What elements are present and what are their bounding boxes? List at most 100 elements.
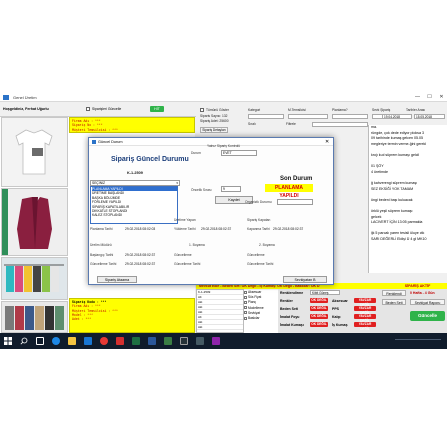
order-card-1-text[interactable]: Firma Adı : *** Sipariş No : *** Müşteri… <box>69 117 195 133</box>
status-dropdown-list[interactable]: PLANLAMA YAPILDI ÜRETİME BAŞLANDI BAŞKA … <box>90 186 178 224</box>
end-date-label: Güncelleme Tarihi <box>90 262 117 266</box>
pattern-label: Kalıp <box>332 315 341 319</box>
current-status-dialog: Güncel Durum ✕ Sipariş Güncel Durumu K-1… <box>88 137 334 285</box>
accessory-label: Aksesuar <box>332 299 348 303</box>
hit-button[interactable]: HİT <box>150 106 164 112</box>
pps-label: PPS <box>332 307 340 311</box>
pps-status-pill[interactable]: YAVZAR DEĞİL <box>354 306 376 315</box>
calculator-icon[interactable] <box>196 337 204 345</box>
durum-label: Durum <box>191 151 201 155</box>
pattern-status-pill[interactable]: YAVZAR DEĞİL <box>354 314 376 323</box>
start-date-label: Başlangıç Tarihi <box>90 253 114 257</box>
check-label: Aksesuar <box>248 290 262 294</box>
order-code: K-1-2509 <box>127 171 143 175</box>
date-to-field[interactable]: 15.05.2018 <box>414 114 445 119</box>
check-label: Süs Fiyat <box>248 295 262 300</box>
category-select[interactable] <box>248 114 284 119</box>
dialog-title: Güncel Durum <box>98 140 123 144</box>
closer-label: Sipariş Kapatan <box>247 218 271 222</box>
show-all-checkbox[interactable] <box>200 108 204 112</box>
organic-select[interactable] <box>277 199 313 205</box>
checkbox[interactable] <box>244 295 247 299</box>
production-sheet-status-pill[interactable]: OK DEĞİL <box>310 314 328 319</box>
order-card-4-text[interactable]: Sipariş Kodu : *** Firma Adı : *** Müşte… <box>69 298 195 333</box>
product-thumbnail[interactable] <box>1 188 68 256</box>
terminal-icon[interactable] <box>180 337 188 345</box>
checkbox[interactable] <box>244 290 247 294</box>
end-date-value: 29.02.2018 08:02:37 <box>125 262 156 266</box>
update-1-label: Güncelleme <box>174 253 192 257</box>
check-label: Baskılar <box>248 316 260 321</box>
minimize-button[interactable]: — <box>412 94 423 101</box>
priority-field[interactable]: 9 <box>221 186 241 192</box>
notes-list[interactable]: ma. rüngde, çok dede ediyor ploksa 3 09 … <box>368 125 447 273</box>
show-all-label: Tümünü Göster <box>206 108 229 112</box>
edge-icon[interactable] <box>52 337 60 345</box>
coloring-button[interactable]: Renklendi <box>382 290 406 296</box>
top-strip: Hoşgeldiniz, Ferhat Uğurlu Siparişleri G… <box>0 102 196 117</box>
date-from-field[interactable]: 19.04.2018 <box>382 114 412 119</box>
taskbar <box>0 333 447 349</box>
checkbox[interactable] <box>244 306 247 310</box>
coloring-field[interactable]: Kibit Güneş <box>310 290 340 295</box>
update-orders-checkbox[interactable] <box>86 107 90 111</box>
colors-label: Renkler <box>280 299 293 303</box>
chrome-icon[interactable] <box>100 337 108 345</box>
excel-icon[interactable] <box>132 337 140 345</box>
search-icon[interactable] <box>20 337 28 345</box>
checkbox[interactable] <box>244 311 247 315</box>
greeting-text: Hoşgeldiniz, Ferhat Uğurlu <box>3 107 49 111</box>
check-label: Modelleme <box>248 305 264 310</box>
durum-select[interactable]: EVET <box>221 150 257 156</box>
category-label: Kategori <box>248 108 261 112</box>
filter-input[interactable] <box>312 122 368 127</box>
product-thumbnail[interactable] <box>1 301 68 333</box>
shipment-button[interactable]: Sevkiyatan B <box>283 276 327 283</box>
lining-status-pill[interactable]: YAVZAR DEĞİL <box>354 322 376 331</box>
update-button[interactable]: Güncelle <box>410 311 445 321</box>
order-details-button[interactable]: Sipariş Detayları <box>200 127 228 133</box>
checkbox[interactable] <box>244 301 247 305</box>
second-dye-label: 2. Boyama <box>259 243 275 247</box>
card-line: Adet : *** <box>72 317 92 322</box>
sort-label: Sıralı <box>248 122 256 126</box>
acrobat-icon[interactable] <box>116 337 124 345</box>
product-thumbnail[interactable] <box>1 257 68 300</box>
store-icon[interactable] <box>84 337 92 345</box>
dialog-close-icon[interactable]: ✕ <box>325 139 329 145</box>
dropdown-option[interactable]: KALEZ STOPLANDI <box>92 213 177 217</box>
production-manager-label: Ürelim Müdürü <box>90 243 112 247</box>
planning-select[interactable] <box>332 114 368 119</box>
word-icon[interactable] <box>148 337 156 345</box>
close-button[interactable]: ✕ <box>436 94 447 101</box>
date-range-label: Tarihler Arası <box>406 108 426 112</box>
dialog-heading: Sipariş Güncel Durumu <box>111 156 189 163</box>
shipment-report-button[interactable]: Sevkiyat Raporu <box>410 299 445 305</box>
load-date-label: Yükleme Tarihi <box>174 227 196 231</box>
size-set-status-pill[interactable]: OK DEĞİL <box>310 306 328 311</box>
folder-icon[interactable] <box>68 337 76 345</box>
coloring-label: Renklendirme <box>280 291 304 295</box>
priority-label: Öncelik Sırası <box>191 188 212 192</box>
check-item[interactable]: Baskılar <box>244 316 278 321</box>
order-grid[interactable]: K-1-2509 Alt Akt Akt Akt Alt Akt Akt <box>196 289 244 333</box>
app2-icon[interactable] <box>212 337 220 345</box>
app-icon <box>3 95 9 100</box>
app-icon[interactable] <box>164 337 172 345</box>
task-view-icon[interactable] <box>36 337 44 345</box>
burgundy-cardigan-image <box>2 189 67 255</box>
checkbox[interactable] <box>244 316 247 320</box>
maximize-button[interactable]: ☐ <box>424 94 435 101</box>
product-thumbnail[interactable] <box>1 117 68 187</box>
grid-row[interactable]: Akt <box>197 325 243 330</box>
colors-status-pill[interactable]: OK DEĞİL <box>310 298 328 303</box>
fabric-label: İmalat Kumaşı <box>280 323 304 327</box>
tray-divider <box>395 339 441 340</box>
fabric-status-pill[interactable]: OK DEĞİL <box>310 322 328 327</box>
size-set-button[interactable]: Beden Seti <box>382 299 406 305</box>
windows-logo-icon[interactable] <box>4 337 12 345</box>
organic-label: Organizik Durumu <box>245 200 272 204</box>
rep-select[interactable] <box>288 114 328 119</box>
order-assign-button[interactable]: Sipariş Ataama <box>97 276 137 283</box>
accessory-status-pill[interactable]: YAVZAR DEĞİL <box>354 298 376 307</box>
